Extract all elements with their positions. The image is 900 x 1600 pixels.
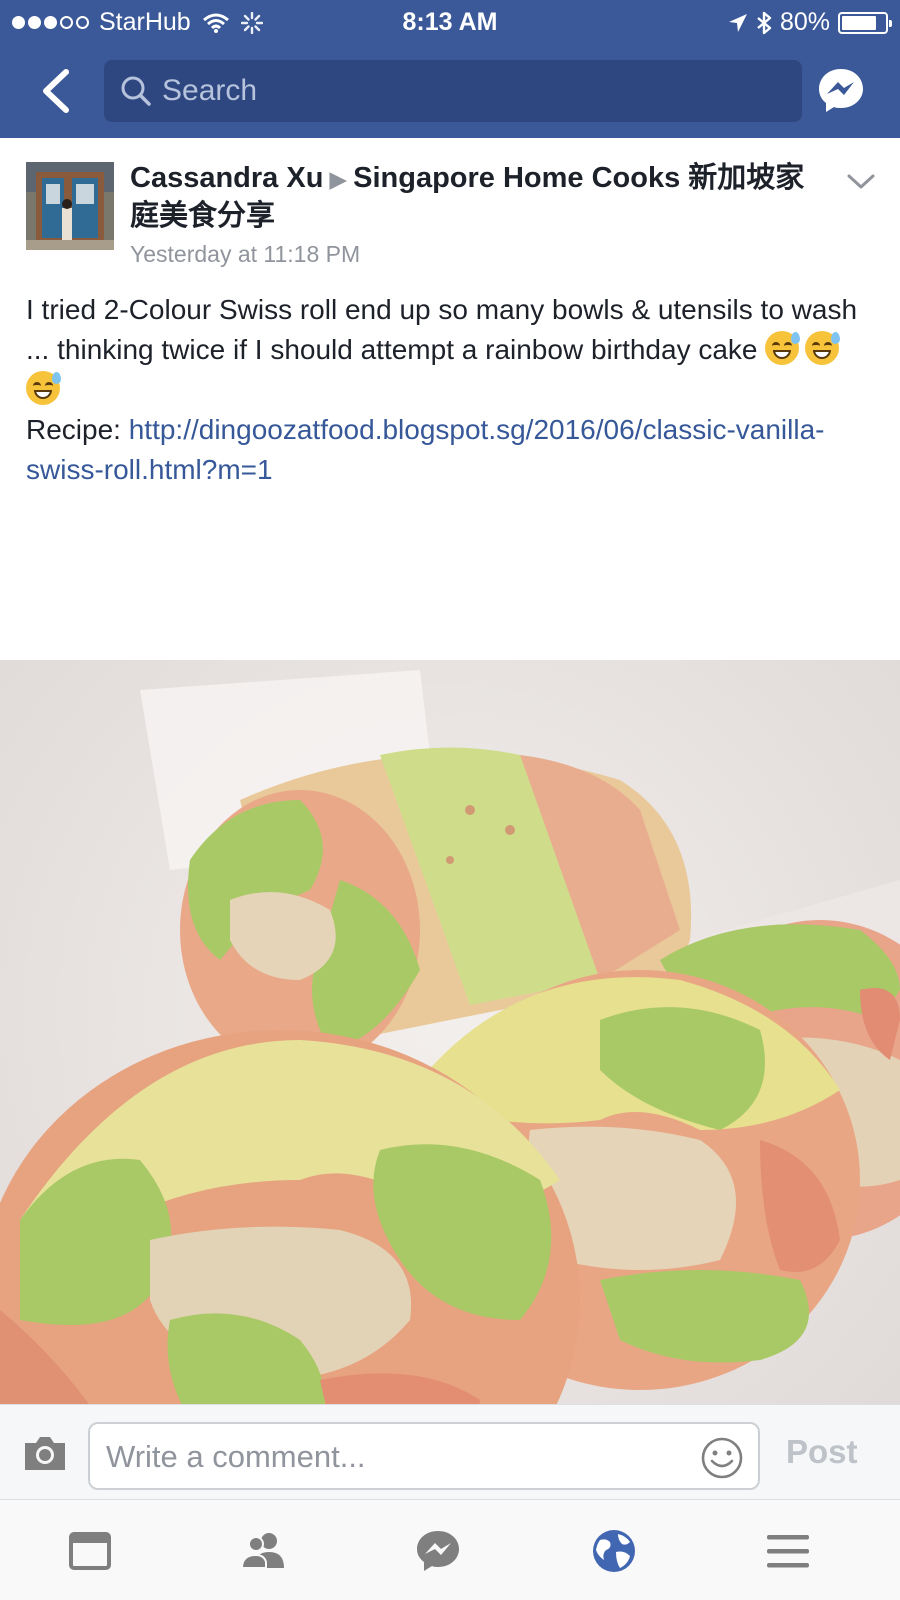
comment-field[interactable] xyxy=(88,1422,760,1490)
post-body: I tried 2-Colour Swiss roll end up so ma… xyxy=(26,290,876,490)
tab-bar xyxy=(0,1500,900,1600)
news-feed-icon[interactable] xyxy=(66,1528,114,1574)
friends-icon[interactable] xyxy=(240,1528,288,1574)
group-arrow-icon: ▶ xyxy=(329,166,348,192)
messenger-tab-icon[interactable] xyxy=(414,1528,462,1574)
battery-percent: 80% xyxy=(779,8,830,36)
back-icon[interactable] xyxy=(36,68,76,114)
navigation-row xyxy=(0,56,900,126)
post-attribution: Cassandra Xu ▶ Singapore Home Cooks 新加坡家庭美… xyxy=(130,160,820,235)
emoji-smile-icon[interactable] xyxy=(700,1436,744,1480)
menu-icon[interactable] xyxy=(764,1528,812,1574)
comment-input[interactable] xyxy=(106,1434,666,1480)
recipe-link[interactable]: http://dingoozatfood.blogspot.sg/2016/06… xyxy=(26,414,825,485)
post-text: I tried 2-Colour Swiss roll end up so ma… xyxy=(26,294,858,365)
camera-icon[interactable] xyxy=(22,1433,68,1473)
search-bar[interactable] xyxy=(104,60,802,122)
messenger-icon[interactable] xyxy=(816,66,866,116)
battery-icon xyxy=(838,11,892,34)
post-timestamp[interactable]: Yesterday at 11:18 PM xyxy=(130,241,820,268)
avatar[interactable] xyxy=(26,162,114,250)
location-arrow-icon xyxy=(728,13,747,32)
sweat-smile-emoji-icon xyxy=(765,331,801,365)
chevron-down-icon[interactable] xyxy=(846,172,876,192)
post-comment-button[interactable]: Post xyxy=(786,1433,858,1471)
recipe-label: Recipe: xyxy=(26,414,121,445)
status-bar: StarHub 8:13 AM 80% xyxy=(0,0,900,46)
notifications-globe-icon[interactable] xyxy=(590,1528,638,1574)
status-right: 80% xyxy=(728,8,892,37)
author-name[interactable]: Cassandra Xu xyxy=(130,162,323,194)
top-bar: StarHub 8:13 AM 80% Search xyxy=(0,0,900,138)
bluetooth-icon xyxy=(757,11,772,34)
search-input[interactable] xyxy=(162,74,762,108)
search-icon xyxy=(121,76,151,106)
sweat-smile-emoji-icon xyxy=(805,331,841,365)
comment-bar: Post xyxy=(0,1404,900,1500)
post-header: Cassandra Xu ▶ Singapore Home Cooks 新加坡家庭美… xyxy=(130,160,820,268)
sweat-smile-emoji-icon xyxy=(26,371,61,405)
avatar-image xyxy=(26,162,114,250)
